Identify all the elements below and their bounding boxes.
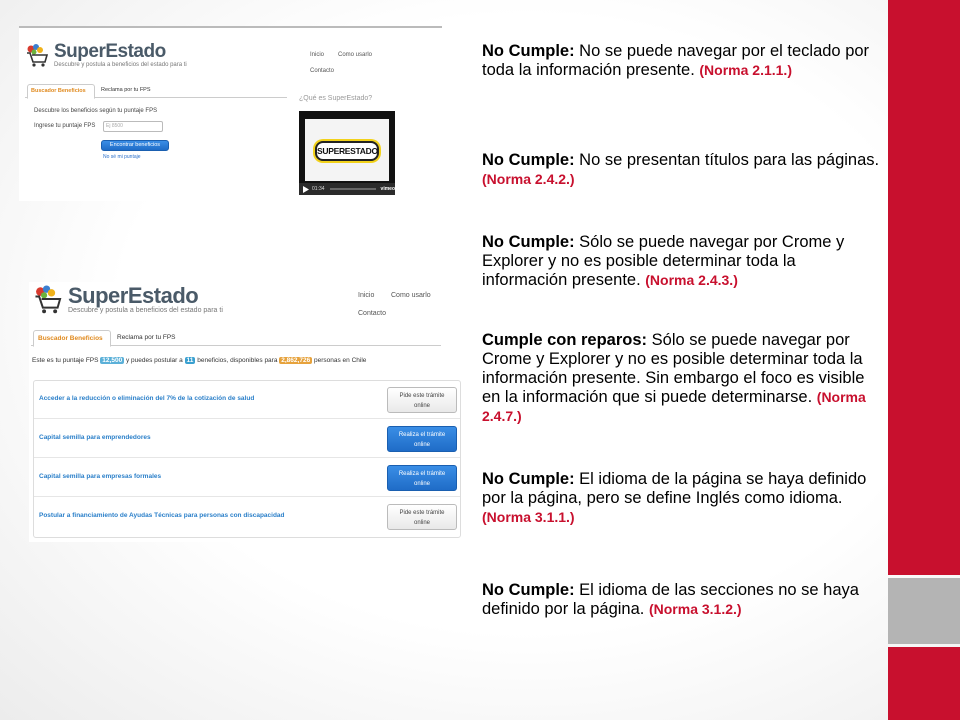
people-count-badge: 2,862,726	[279, 357, 313, 364]
benefit-row: Acceder a la reducción o eliminación del…	[34, 381, 460, 419]
button-line-1: Pide este trámite	[399, 510, 445, 516]
fps-label: Ingrese tu puntaje FPS	[34, 123, 96, 129]
summary-text-2: y puedes postular a	[126, 357, 183, 364]
finding-lead: No Cumple:	[482, 151, 575, 169]
shopping-cart-icon	[35, 285, 62, 314]
play-icon[interactable]	[302, 185, 309, 193]
button-line-2: online	[413, 442, 430, 448]
vimeo-brand: vimeo	[380, 186, 395, 192]
finding-norm: (Norma 2.4.3.)	[645, 272, 738, 288]
window-top-border	[19, 26, 442, 28]
button-line-1: Pide este trámite	[399, 393, 445, 399]
finding-norm: (Norma 3.1.1.)	[482, 509, 575, 525]
finding-lead: No Cumple:	[482, 470, 575, 488]
finding-3-1-2: No Cumple: El idioma de las secciones no…	[482, 581, 882, 619]
video-progress[interactable]	[329, 188, 376, 190]
benefit-row: Capital semilla para empresas formales R…	[34, 459, 460, 497]
finding-text: No se presentan títulos para las páginas…	[574, 151, 880, 169]
dont-know-score-link[interactable]: No sé mi puntaje	[103, 154, 141, 160]
nav-como-usarlo[interactable]: Como usarlo	[338, 52, 372, 58]
accent-bar-top	[888, 0, 960, 575]
shopping-cart-icon	[27, 44, 49, 67]
nav-como-usarlo[interactable]: Como usarlo	[391, 292, 431, 299]
screenshot-home: SuperEstado Descubre y postula a benefic…	[19, 26, 442, 201]
accent-bar-bottom	[888, 647, 960, 720]
video-frame: SUPERESTADO	[305, 119, 389, 181]
tab-reclama-fps[interactable]: Reclama por tu FPS	[101, 87, 151, 93]
button-line-1: Realiza el trámite	[398, 432, 446, 438]
tab-reclama-fps[interactable]: Reclama por tu FPS	[117, 334, 176, 341]
do-online-button[interactable]: Realiza el trámite online	[387, 465, 457, 491]
benefit-link[interactable]: Postular a financiamiento de Ayudas Técn…	[39, 512, 285, 519]
accent-bar-middle	[888, 578, 960, 644]
benefit-row: Capital semilla para emprendedores Reali…	[34, 420, 460, 458]
form-intro: Descubre los beneficios según tu puntaje…	[34, 108, 158, 114]
summary-text-3: beneficios, disponibles para	[197, 357, 278, 364]
tab-buscador-beneficios[interactable]: Buscador Beneficios	[33, 330, 111, 347]
benefit-link[interactable]: Capital semilla para emprendedores	[39, 434, 151, 441]
button-line-1: Realiza el trámite	[398, 471, 446, 477]
nav-inicio[interactable]: Inicio	[310, 52, 324, 58]
finding-2-1-1: No Cumple: No se puede navegar por el te…	[482, 42, 882, 80]
finding-2-4-7: Cumple con reparos: Sólo se puede navega…	[482, 331, 882, 426]
what-is-title: ¿Qué es SuperEstado?	[299, 95, 373, 102]
benefit-count-badge: 11	[184, 357, 196, 364]
nav-contacto[interactable]: Contacto	[358, 310, 386, 317]
request-online-button[interactable]: Pide este trámite online	[387, 387, 457, 413]
logo-subtitle: Descubre y postula a beneficios del esta…	[54, 62, 187, 68]
screenshot-results: SuperEstado Descubre y postula a benefic…	[29, 282, 468, 542]
video-player[interactable]: SUPERESTADO 01:34 vimeo	[299, 111, 395, 195]
button-line-2: online	[413, 520, 430, 526]
finding-lead: No Cumple:	[482, 581, 575, 599]
button-line-2: online	[413, 403, 430, 409]
finding-3-1-1: No Cumple: El idioma de la página se hay…	[482, 470, 882, 527]
finding-2-4-3: No Cumple: Sólo se puede navegar por Cro…	[482, 233, 882, 290]
nav-contacto[interactable]: Contacto	[310, 68, 334, 74]
finding-lead: Cumple con reparos:	[482, 331, 648, 349]
benefits-list: Acceder a la reducción o eliminación del…	[33, 380, 461, 538]
do-online-button[interactable]: Realiza el trámite online	[387, 426, 457, 452]
logo-subtitle: Descubre y postula a beneficios del esta…	[68, 307, 223, 314]
button-line-2: online	[413, 481, 430, 487]
fps-input[interactable]: Ej 8500	[103, 121, 163, 132]
summary-text-1: Este es tu puntaje FPS	[32, 357, 99, 364]
request-online-button[interactable]: Pide este trámite online	[387, 504, 457, 530]
finding-lead: No Cumple:	[482, 233, 575, 251]
summary-text-4: personas en Chile	[314, 357, 367, 364]
benefit-link[interactable]: Acceder a la reducción o eliminación del…	[39, 395, 254, 402]
finding-lead: No Cumple:	[482, 42, 575, 60]
superestado-logo: SuperEstado Descubre y postula a benefic…	[25, 42, 187, 68]
results-summary: Este es tu puntaje FPS 12,500 y puedes p…	[32, 357, 366, 364]
benefit-link[interactable]: Capital semilla para empresas formales	[39, 473, 161, 480]
finding-2-4-2: No Cumple: No se presentan títulos para …	[482, 151, 882, 189]
logo-title: SuperEstado	[68, 283, 199, 308]
fps-score-badge: 12,500	[100, 357, 125, 364]
nav-inicio[interactable]: Inicio	[358, 292, 374, 299]
benefit-row: Postular a financiamiento de Ayudas Técn…	[34, 498, 460, 536]
video-title-art: SUPERESTADO	[315, 141, 379, 161]
tab-buscador-beneficios[interactable]: Buscador Beneficios	[27, 84, 95, 99]
find-benefits-button[interactable]: Encontrar beneficios	[101, 140, 169, 151]
finding-norm: (Norma 2.4.2.)	[482, 171, 575, 187]
video-controls: 01:34 vimeo	[299, 183, 395, 195]
logo-title: SuperEstado	[54, 41, 166, 62]
superestado-logo: SuperEstado Descubre y postula a benefic…	[33, 284, 223, 314]
video-time: 01:34	[312, 186, 325, 192]
finding-norm: (Norma 2.1.1.)	[699, 62, 792, 78]
finding-norm: (Norma 3.1.2.)	[648, 601, 742, 617]
